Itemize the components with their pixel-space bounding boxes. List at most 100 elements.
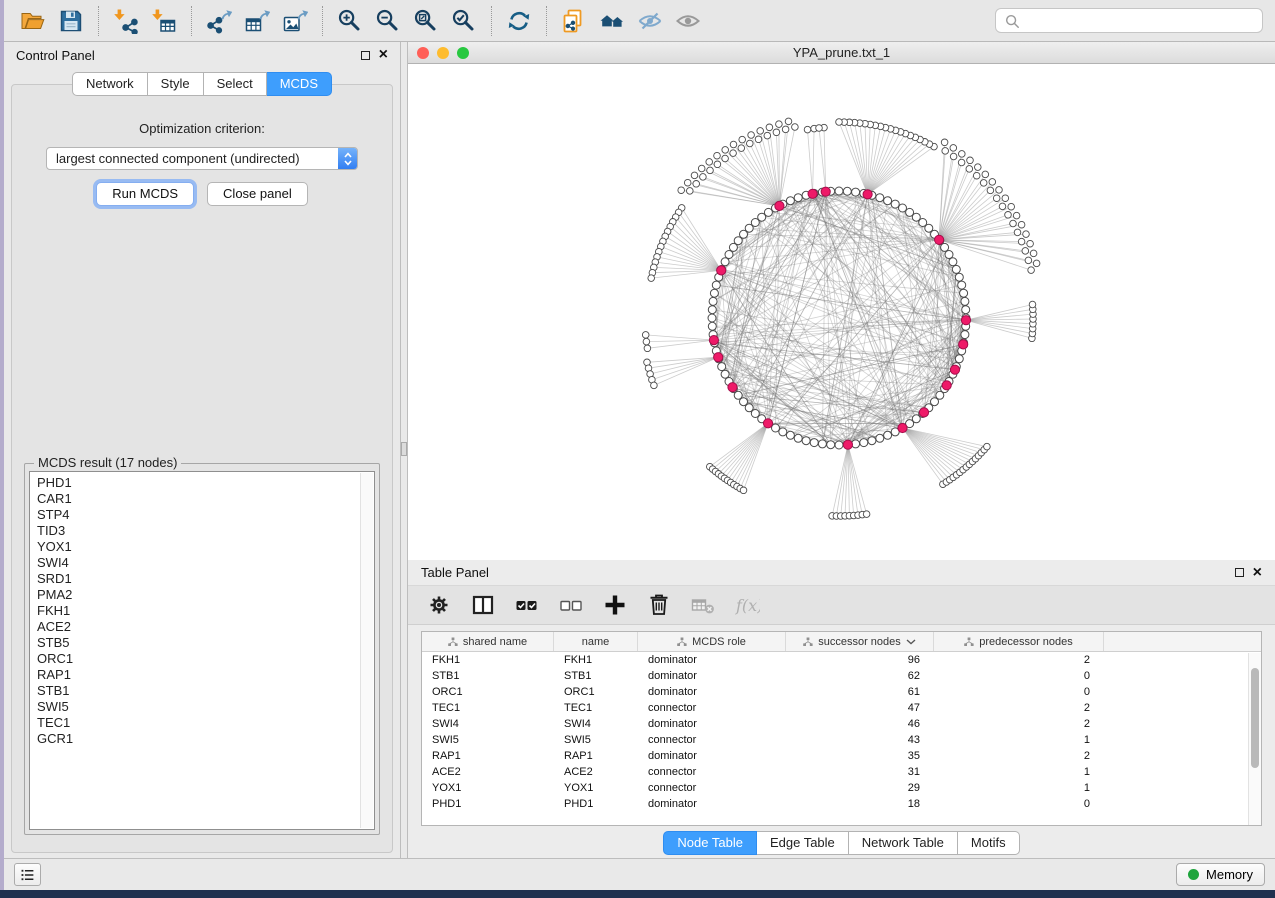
- refresh-button[interactable]: [502, 6, 536, 36]
- add-button[interactable]: [600, 590, 630, 620]
- close-table-panel-icon[interactable]: ×: [1253, 567, 1262, 579]
- search-box[interactable]: [995, 8, 1263, 33]
- mcds-node-item[interactable]: YOX1: [37, 539, 358, 555]
- mcds-result-groupbox: MCDS result (17 nodes) PHD1CAR1STP4TID3Y…: [24, 463, 380, 835]
- table-row[interactable]: SWI4SWI4dominator462: [422, 716, 1261, 732]
- float-table-panel-icon[interactable]: [1235, 568, 1244, 577]
- export-table-button[interactable]: [240, 6, 274, 36]
- home-button[interactable]: [595, 6, 629, 36]
- result-list-scrollbar[interactable]: [360, 473, 373, 828]
- minimize-window-icon[interactable]: [437, 47, 449, 59]
- zoom-in-button[interactable]: [333, 6, 367, 36]
- splitter-grip[interactable]: [401, 442, 407, 456]
- duplicate-network-button[interactable]: [557, 6, 591, 36]
- memory-button[interactable]: Memory: [1176, 863, 1265, 886]
- tab-mcds[interactable]: MCDS: [267, 72, 332, 96]
- network-graph[interactable]: [408, 64, 1275, 560]
- mcds-node-item[interactable]: FKH1: [37, 603, 358, 619]
- open-file-icon: [20, 8, 46, 34]
- column-header-predecessor-nodes[interactable]: predecessor nodes: [934, 632, 1104, 651]
- mcds-node-item[interactable]: TID3: [37, 523, 358, 539]
- settings-button[interactable]: [424, 590, 454, 620]
- table-scrollbar[interactable]: [1248, 653, 1261, 825]
- table-row[interactable]: ACE2ACE2connector311: [422, 764, 1261, 780]
- close-panel-icon[interactable]: ×: [379, 49, 388, 61]
- zoom-fit-button[interactable]: [409, 6, 443, 36]
- mcds-result-list[interactable]: PHD1CAR1STP4TID3YOX1SWI4SRD1PMA2FKH1ACE2…: [29, 471, 375, 830]
- table-row[interactable]: STB1STB1dominator620: [422, 668, 1261, 684]
- column-header-MCDS-role[interactable]: MCDS role: [638, 632, 786, 651]
- table-tab-edge-table[interactable]: Edge Table: [757, 831, 849, 855]
- column-header-successor-nodes[interactable]: successor nodes: [786, 632, 934, 651]
- mcds-node-item[interactable]: GCR1: [37, 731, 358, 747]
- close-window-icon[interactable]: [417, 47, 429, 59]
- table-tab-network-table[interactable]: Network Table: [849, 831, 958, 855]
- tab-network[interactable]: Network: [72, 72, 148, 96]
- table-row[interactable]: SWI5SWI5connector431: [422, 732, 1261, 748]
- mcds-node-item[interactable]: TEC1: [37, 715, 358, 731]
- network-canvas[interactable]: [408, 64, 1275, 560]
- table-row[interactable]: PHD1PHD1dominator180: [422, 796, 1261, 812]
- table-scrollbar-thumb[interactable]: [1251, 668, 1259, 768]
- cell: ORC1: [554, 686, 638, 698]
- select-stepper-icon: [338, 147, 357, 170]
- status-bar: Memory: [4, 858, 1275, 890]
- tab-select[interactable]: Select: [204, 72, 267, 96]
- run-mcds-button[interactable]: Run MCDS: [96, 182, 194, 206]
- mcds-node-item[interactable]: STP4: [37, 507, 358, 523]
- toolbar-group: [191, 6, 322, 36]
- mcds-node-item[interactable]: STB1: [37, 683, 358, 699]
- export-network-button[interactable]: [202, 6, 236, 36]
- hide-selected-button[interactable]: [633, 6, 667, 36]
- toolbar-group: [546, 6, 715, 36]
- cell: 62: [786, 670, 934, 682]
- cell: 1: [934, 782, 1104, 794]
- export-image-button[interactable]: [278, 6, 312, 36]
- mcds-node-item[interactable]: SRD1: [37, 571, 358, 587]
- save-button[interactable]: [54, 6, 88, 36]
- mcds-node-item[interactable]: STB5: [37, 635, 358, 651]
- mcds-node-item[interactable]: SWI5: [37, 699, 358, 715]
- table-row[interactable]: ORC1ORC1dominator610: [422, 684, 1261, 700]
- column-header-name[interactable]: name: [554, 632, 638, 651]
- zoom-selected-button[interactable]: [447, 6, 481, 36]
- cell: SWI5: [554, 734, 638, 746]
- column-header-shared-name[interactable]: shared name: [422, 632, 554, 651]
- open-file-button[interactable]: [16, 6, 50, 36]
- table-row[interactable]: YOX1YOX1connector291: [422, 780, 1261, 796]
- tab-style[interactable]: Style: [148, 72, 204, 96]
- mcds-node-item[interactable]: SWI4: [37, 555, 358, 571]
- select-checks-button[interactable]: [512, 590, 542, 620]
- mcds-node-item[interactable]: PMA2: [37, 587, 358, 603]
- maximize-window-icon[interactable]: [457, 47, 469, 59]
- memory-status-icon: [1188, 869, 1199, 880]
- split-view-button[interactable]: [468, 590, 498, 620]
- table-tab-node-table[interactable]: Node Table: [663, 831, 757, 855]
- import-network-button[interactable]: [109, 6, 143, 36]
- mcds-node-item[interactable]: PHD1: [37, 475, 358, 491]
- close-panel-button[interactable]: Close panel: [207, 182, 308, 206]
- search-input[interactable]: [1026, 13, 1254, 28]
- mcds-node-item[interactable]: ACE2: [37, 619, 358, 635]
- mcds-node-item[interactable]: CAR1: [37, 491, 358, 507]
- mcds-node-item[interactable]: RAP1: [37, 667, 358, 683]
- delete-table-button: [688, 590, 718, 620]
- status-menu-button[interactable]: [14, 863, 41, 886]
- float-panel-icon[interactable]: [361, 51, 370, 60]
- table-row[interactable]: TEC1TEC1connector472: [422, 700, 1261, 716]
- table-tab-motifs[interactable]: Motifs: [958, 831, 1020, 855]
- zoom-out-button[interactable]: [371, 6, 405, 36]
- table-row[interactable]: FKH1FKH1dominator962: [422, 652, 1261, 668]
- vertical-splitter[interactable]: [400, 42, 408, 858]
- control-panel-title: Control Panel: [16, 48, 95, 63]
- cell: 1: [934, 734, 1104, 746]
- export-network-icon: [206, 8, 232, 34]
- optimization-criterion-select[interactable]: largest connected component (undirected): [46, 147, 358, 170]
- clear-checks-button[interactable]: [556, 590, 586, 620]
- table-row[interactable]: RAP1RAP1dominator352: [422, 748, 1261, 764]
- trash-button[interactable]: [644, 590, 674, 620]
- mcds-node-item[interactable]: ORC1: [37, 651, 358, 667]
- optimization-criterion-label: Optimization criterion:: [18, 121, 386, 136]
- show-selected-button[interactable]: [671, 6, 705, 36]
- import-table-button[interactable]: [147, 6, 181, 36]
